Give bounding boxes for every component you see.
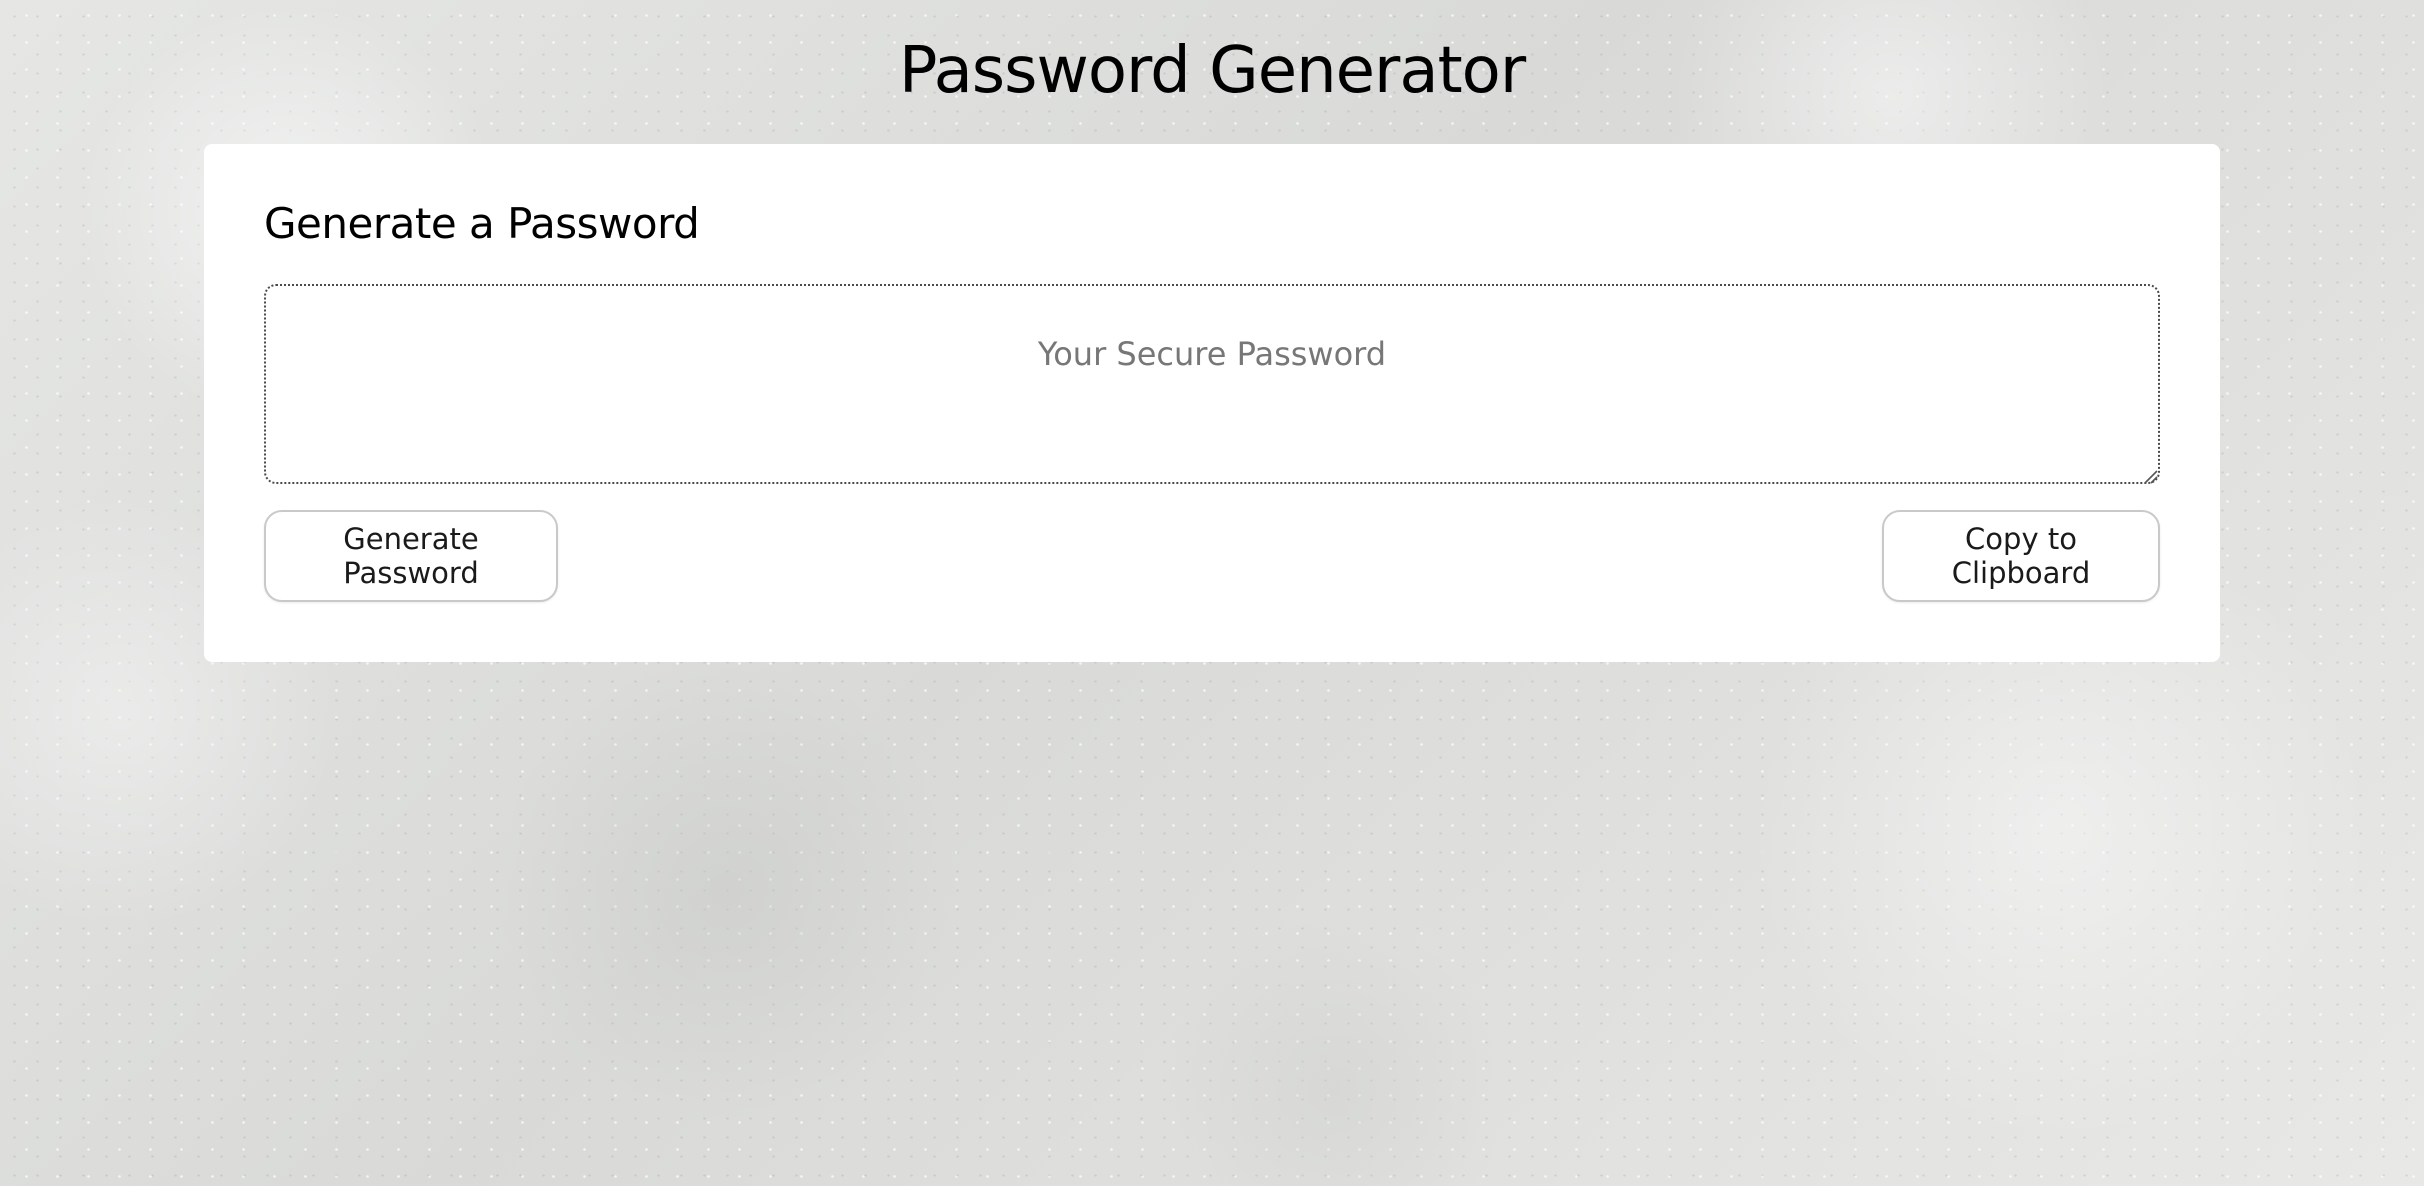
generate-password-button[interactable]: Generate Password (264, 510, 558, 602)
copy-to-clipboard-button[interactable]: Copy to Clipboard (1882, 510, 2160, 602)
page-title: Password Generator (898, 34, 1526, 108)
password-output[interactable] (264, 284, 2160, 484)
password-card: Generate a Password Generate Password Co… (204, 144, 2220, 662)
resize-grip-icon[interactable] (2140, 466, 2158, 484)
card-title: Generate a Password (264, 199, 700, 248)
